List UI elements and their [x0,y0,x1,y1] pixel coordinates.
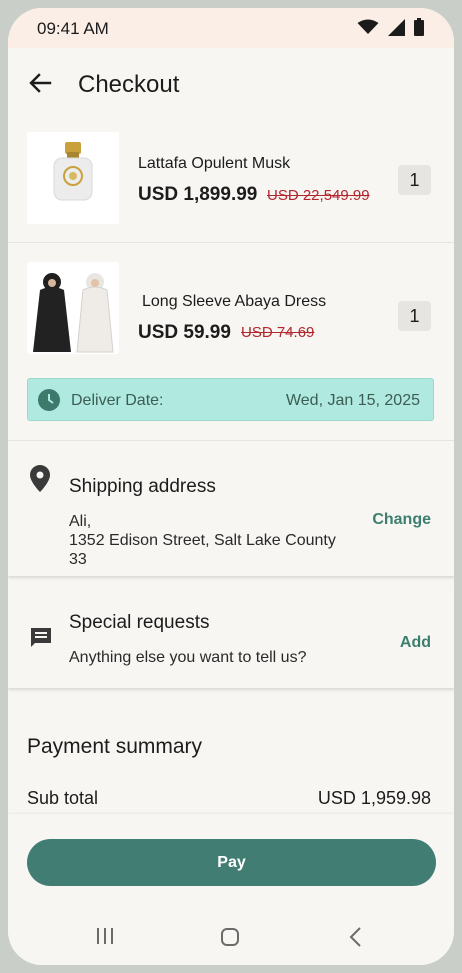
divider [8,242,454,243]
subtotal-label: Sub total [27,788,99,808]
product-name: Lattafa Opulent Musk [138,155,291,172]
special-requests-hint: Anything else you want to tell us? [69,649,307,666]
app-bar: Checkout [8,48,454,110]
product-old-price: USD 74.69 [241,324,315,341]
change-address-button[interactable]: Change [372,511,431,529]
home-icon[interactable] [220,927,240,947]
signal-icon [388,18,405,36]
payment-summary-title: Payment summary [27,735,203,758]
arrow-left-icon[interactable] [25,68,55,98]
system-nav-bar [8,913,454,965]
product-image-abaya [27,262,119,354]
back-nav-icon[interactable] [348,926,362,948]
add-request-button[interactable]: Add [400,634,431,652]
recent-apps-icon[interactable] [96,927,114,945]
product-image-perfume [27,132,119,224]
wifi-icon [357,19,379,34]
special-requests-title: Special requests [69,612,210,633]
message-icon [31,628,51,647]
quantity-badge[interactable]: 1 [398,165,431,195]
shipping-address-text: 1352 Edison Street, Salt Lake County 33 [69,532,336,568]
product-price: USD 59.99 [138,322,231,343]
screen: 09:41 AM Checkout Lattafa Opulent Musk U… [8,8,454,965]
quantity-badge[interactable]: 1 [398,301,431,331]
abaya-dress-icon [33,273,114,353]
shipping-name: Ali, [69,513,92,530]
location-pin-icon [30,465,50,492]
subtotal-value: USD 1,959.98 [317,788,431,808]
page-title: Checkout [78,71,180,98]
status-icons [357,18,424,36]
delivery-label: Deliver Date: [71,392,164,409]
special-requests-section[interactable]: Special requests Anything else you want … [8,586,454,688]
phone-frame: 09:41 AM Checkout Lattafa Opulent Musk U… [0,0,462,973]
delivery-date-bar: Deliver Date: Wed, Jan 15, 2025 [27,378,434,421]
product-price: USD 1,899.99 [138,184,258,205]
pay-button[interactable]: Pay [27,839,436,886]
perfume-bottle-icon [53,142,93,201]
shipping-title: Shipping address [69,476,216,497]
product-name: Long Sleeve Abaya Dress [142,293,327,310]
cart-item[interactable]: Long Sleeve Abaya Dress USD 59.99 USD 74… [8,254,454,366]
delivery-date: Wed, Jan 15, 2025 [285,392,420,409]
cart-item[interactable]: Lattafa Opulent Musk USD 1,899.99 USD 22… [8,124,454,236]
clock-icon [38,389,60,411]
status-bar: 09:41 AM [8,8,454,48]
status-time: 09:41 AM [37,19,109,38]
shipping-address-section: Shipping address Ali, 1352 Edison Street… [8,441,454,576]
battery-icon [414,18,424,36]
product-old-price: USD 22,549.99 [267,187,370,204]
